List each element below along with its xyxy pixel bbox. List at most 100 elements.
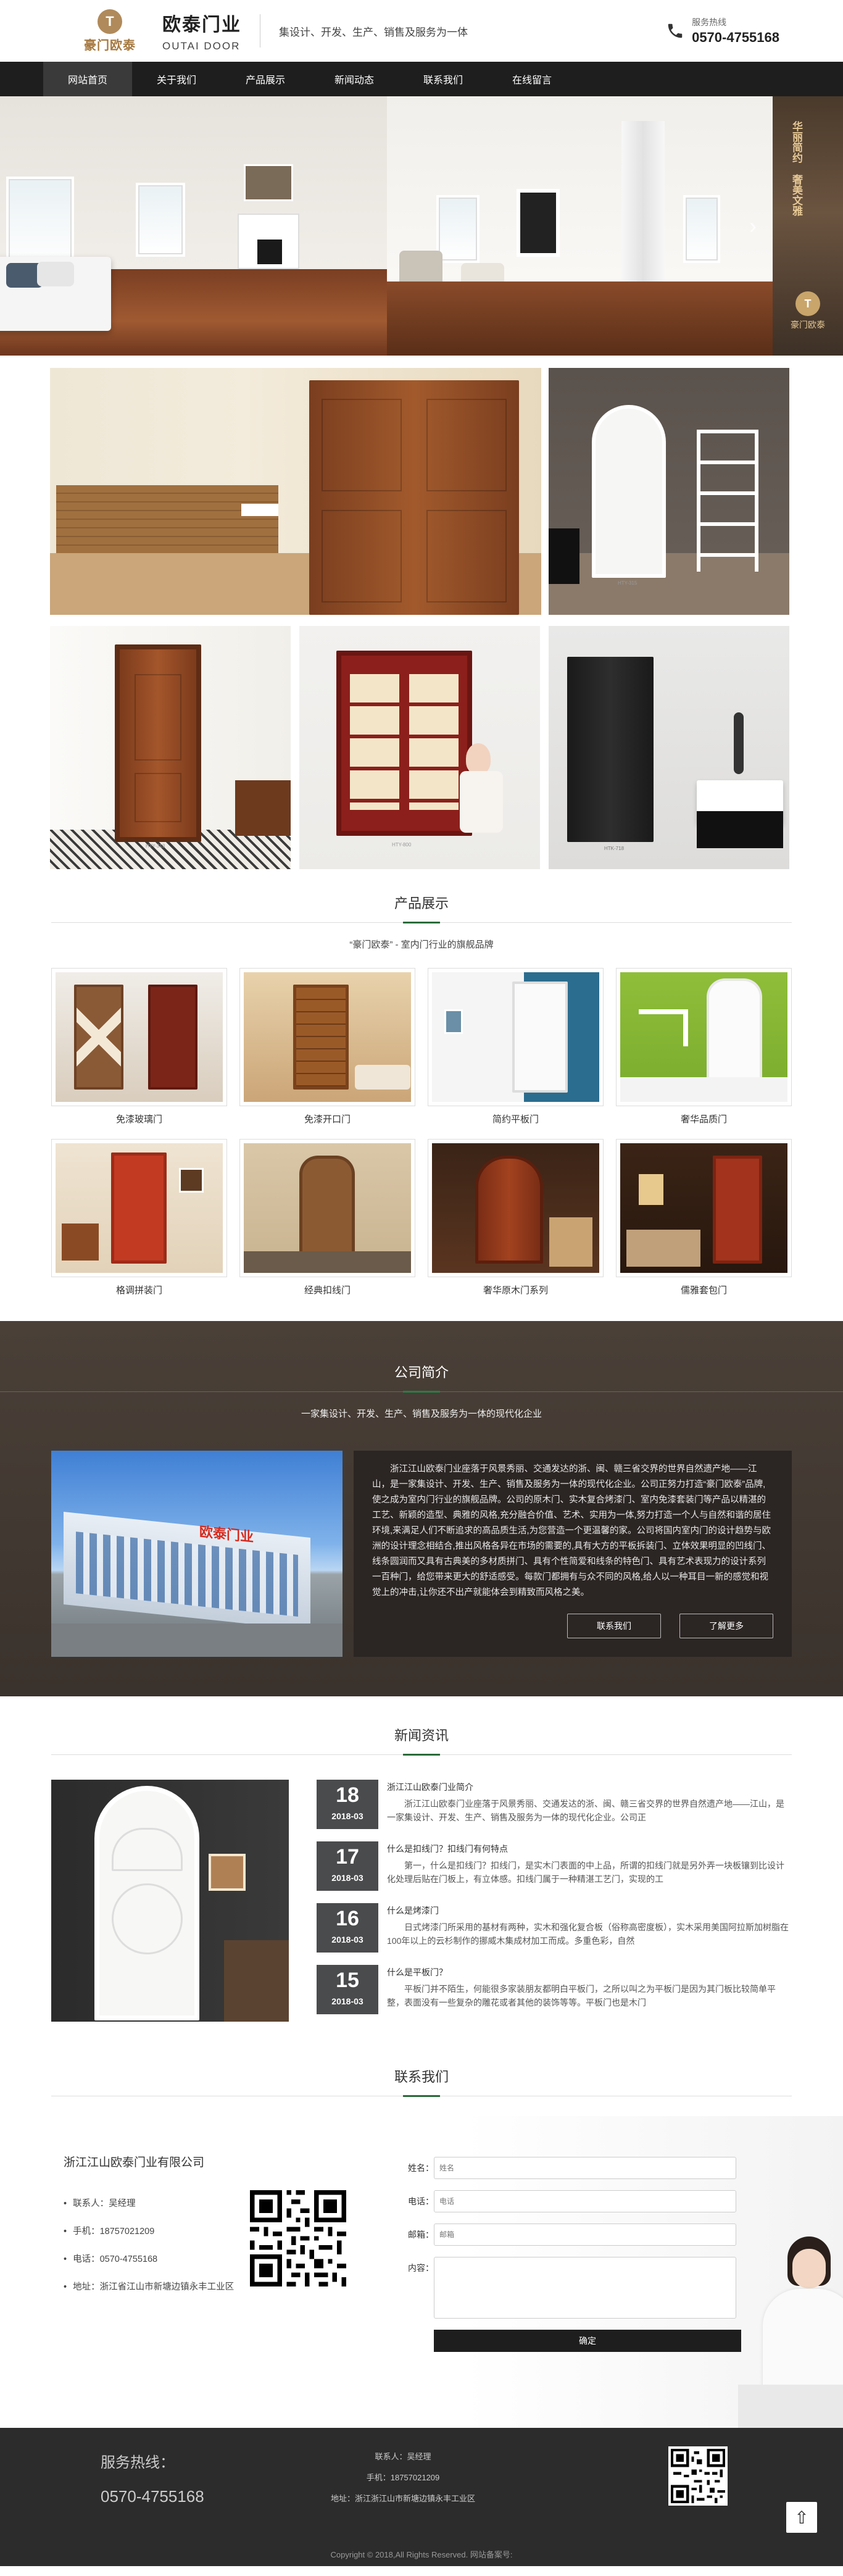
product-card[interactable]: 免漆开口门 xyxy=(239,968,415,1125)
product-name: 格调拼装门 xyxy=(115,1285,162,1296)
product-grid: 免漆玻璃门 免漆开口门 简约平板门 奢华品质门 格调拼装门 经典扣线门 奢华原木… xyxy=(51,968,792,1296)
news-item[interactable]: 18 2018-03 浙江江山欧泰门业简介 浙江江山欧泰门业座落于风景秀丽、交通… xyxy=(317,1780,792,1829)
news-day: 15 xyxy=(336,1969,359,1992)
product-card[interactable]: 免漆玻璃门 xyxy=(51,968,227,1125)
contact-info-list: 联系人：吴经理 手机：18757021209 电话：0570-4755168 地… xyxy=(64,2190,243,2301)
support-agent-image xyxy=(738,2224,843,2428)
logo-emblem-icon: T xyxy=(98,9,122,34)
gallery-tile-black-door[interactable]: HTK-718 xyxy=(549,626,789,869)
phone-label: 电话： xyxy=(408,2196,434,2206)
news-summary: 日式烤漆门所采用的基材有两种，实木和强化复合板（俗称高密度板），实木采用美国阿拉… xyxy=(387,1922,789,1946)
footer-contact-person: 联系人：吴经理 xyxy=(375,2452,431,2461)
product-name: 儒雅套包门 xyxy=(680,1285,727,1296)
product-card[interactable]: 简约平板门 xyxy=(428,968,604,1125)
news-item[interactable]: 16 2018-03 什么是烤漆门 日式烤漆门所采用的基材有两种，实木和强化复合… xyxy=(317,1903,792,1953)
banner-livingroom-image xyxy=(387,96,773,356)
news-title[interactable]: 什么是烤漆门 xyxy=(387,1904,792,1917)
logo[interactable]: T 豪门欧泰 xyxy=(76,3,144,59)
products-section: 产品展示 “豪门欧泰” - 室内门行业的旗舰品牌 免漆玻璃门 免漆开口门 简约平… xyxy=(0,877,843,1296)
about-paragraph: 浙江江山欧泰门业座落于风景秀丽、交通发达的浙、闽、赣三省交界的世界自然遗产地——… xyxy=(372,1464,771,1598)
nav-message[interactable]: 在线留言 xyxy=(488,62,576,96)
title-underline xyxy=(51,922,792,923)
logo-text: 豪门欧泰 xyxy=(84,38,136,52)
news-month: 2018-03 xyxy=(331,1873,363,1883)
brand: 欧泰门业 OUTAI DOOR xyxy=(162,9,241,52)
contact-mobile: 手机：18757021209 xyxy=(64,2218,243,2246)
back-to-top-icon[interactable]: ⇧ xyxy=(786,2502,817,2533)
footer-address: 地址：浙江浙江山市新塘边镇永丰工业区 xyxy=(330,2494,475,2503)
email-label: 邮箱： xyxy=(408,2230,434,2240)
site-header: T 豪门欧泰 欧泰门业 OUTAI DOOR 集设计、开发、生产、销售及服务为一… xyxy=(0,0,843,62)
footer-hotline-label: 服务热线： xyxy=(101,2454,175,2471)
product-name: 免漆玻璃门 xyxy=(115,1114,162,1125)
product-image xyxy=(56,1143,223,1273)
brand-name-cn: 欧泰门业 xyxy=(162,15,241,35)
news-item[interactable]: 15 2018-03 什么是平板门？ 平板门并不陌生，何能很多家装朋友都明白平板… xyxy=(317,1965,792,2014)
banner-side-panel: 华丽简约 奢美文雅 T 豪门欧泰 xyxy=(773,96,843,356)
logo-emblem-icon: T xyxy=(795,291,820,316)
hotline-label: 服务热线 xyxy=(692,17,727,27)
news-date: 15 2018-03 xyxy=(317,1965,378,2014)
content-field[interactable] xyxy=(434,2257,736,2319)
banner-logo-text: 豪门欧泰 xyxy=(791,320,825,330)
about-description: 浙江江山欧泰门业座落于风景秀丽、交通发达的浙、闽、赣三省交界的世界自然遗产地——… xyxy=(354,1451,792,1657)
footer-hotline-number: 0570-4755168 xyxy=(101,2487,204,2506)
gallery-caption: HTY-315 xyxy=(618,580,637,586)
news-title[interactable]: 浙江江山欧泰门业简介 xyxy=(387,1781,792,1793)
news-list: 18 2018-03 浙江江山欧泰门业简介 浙江江山欧泰门业座落于风景秀丽、交通… xyxy=(317,1780,792,2027)
nav-news[interactable]: 新闻动态 xyxy=(310,62,399,96)
contact-form: 姓名： 电话： 邮箱： 内容： 确定 xyxy=(408,2157,760,2352)
news-title[interactable]: 什么是扣线门？扣线门有何特点 xyxy=(387,1843,792,1855)
news-feature-image xyxy=(51,1780,289,2022)
learn-more-button[interactable]: 了解更多 xyxy=(679,1614,773,1638)
product-name: 奢华品质门 xyxy=(680,1114,727,1125)
door-gallery: HTY-315 HTY-313 HTY-800 HTK-718 xyxy=(0,356,843,877)
product-card[interactable]: 儒雅套包门 xyxy=(616,1139,792,1296)
nav-products[interactable]: 产品展示 xyxy=(221,62,310,96)
gallery-tile-wood-door[interactable]: HTY-313 xyxy=(50,626,291,869)
chevron-right-icon[interactable]: › xyxy=(741,213,765,238)
product-image xyxy=(56,972,223,1102)
site-footer: 服务热线： 0570-4755168 联系人：吴经理 手机：1875702120… xyxy=(0,2428,843,2566)
name-field[interactable] xyxy=(434,2157,736,2179)
slogan: 集设计、开发、生产、销售及服务为一体 xyxy=(279,26,468,38)
banner-bedroom-image xyxy=(0,96,387,356)
news-item[interactable]: 17 2018-03 什么是扣线门？扣线门有何特点 第一，什么是扣线门？扣线门，… xyxy=(317,1841,792,1891)
banner-side-line: 华丽简约 xyxy=(791,121,802,163)
phone-field[interactable] xyxy=(434,2190,736,2212)
product-card[interactable]: 奢华品质门 xyxy=(616,968,792,1125)
main-nav: 网站首页 关于我们 产品展示 新闻动态 联系我们 在线留言 xyxy=(0,62,843,96)
product-image xyxy=(432,1143,599,1273)
section-title: 联系我们 xyxy=(394,2069,449,2085)
news-day: 16 xyxy=(336,1907,359,1930)
nav-home[interactable]: 网站首页 xyxy=(43,62,132,96)
nav-contact[interactable]: 联系我们 xyxy=(399,62,488,96)
news-day: 18 xyxy=(336,1783,359,1807)
contact-us-button[interactable]: 联系我们 xyxy=(567,1614,661,1638)
content-label: 内容： xyxy=(408,2263,434,2273)
section-title: 新闻资讯 xyxy=(394,1728,449,1743)
nav-about[interactable]: 关于我们 xyxy=(132,62,221,96)
gallery-tile-double-door[interactable] xyxy=(50,368,541,615)
about-section: 公司简介 一家集设计、开发、生产、销售及服务为一体的现代化企业 欧泰门业 浙江江… xyxy=(0,1321,843,1696)
product-card[interactable]: 经典扣线门 xyxy=(239,1139,415,1296)
product-image xyxy=(244,972,411,1102)
product-card[interactable]: 奢华原木门系列 xyxy=(428,1139,604,1296)
news-title[interactable]: 什么是平板门？ xyxy=(387,1966,792,1978)
section-subtitle: 一家集设计、开发、生产、销售及服务为一体的现代化企业 xyxy=(301,1409,542,1419)
section-title: 公司简介 xyxy=(394,1365,449,1380)
brand-name-en: OUTAI DOOR xyxy=(162,40,241,52)
gallery-tile-red-glass-door[interactable]: HTY-800 xyxy=(299,626,540,869)
contact-section: 联系我们 浙江江山欧泰门业有限公司 联系人：吴经理 手机：18757021209… xyxy=(0,2027,843,2428)
gallery-caption: HTY-313 xyxy=(146,843,165,849)
product-name: 免漆开口门 xyxy=(304,1114,351,1125)
gallery-caption: HTY-800 xyxy=(392,842,412,848)
product-image xyxy=(244,1143,411,1273)
gallery-tile-white-door[interactable]: HTY-315 xyxy=(549,368,789,615)
contact-person: 联系人：吴经理 xyxy=(64,2190,243,2218)
footer-qr-code-icon xyxy=(668,2446,728,2506)
email-field[interactable] xyxy=(434,2224,736,2246)
news-date: 16 2018-03 xyxy=(317,1903,378,1953)
submit-button[interactable]: 确定 xyxy=(434,2330,741,2352)
product-card[interactable]: 格调拼装门 xyxy=(51,1139,227,1296)
